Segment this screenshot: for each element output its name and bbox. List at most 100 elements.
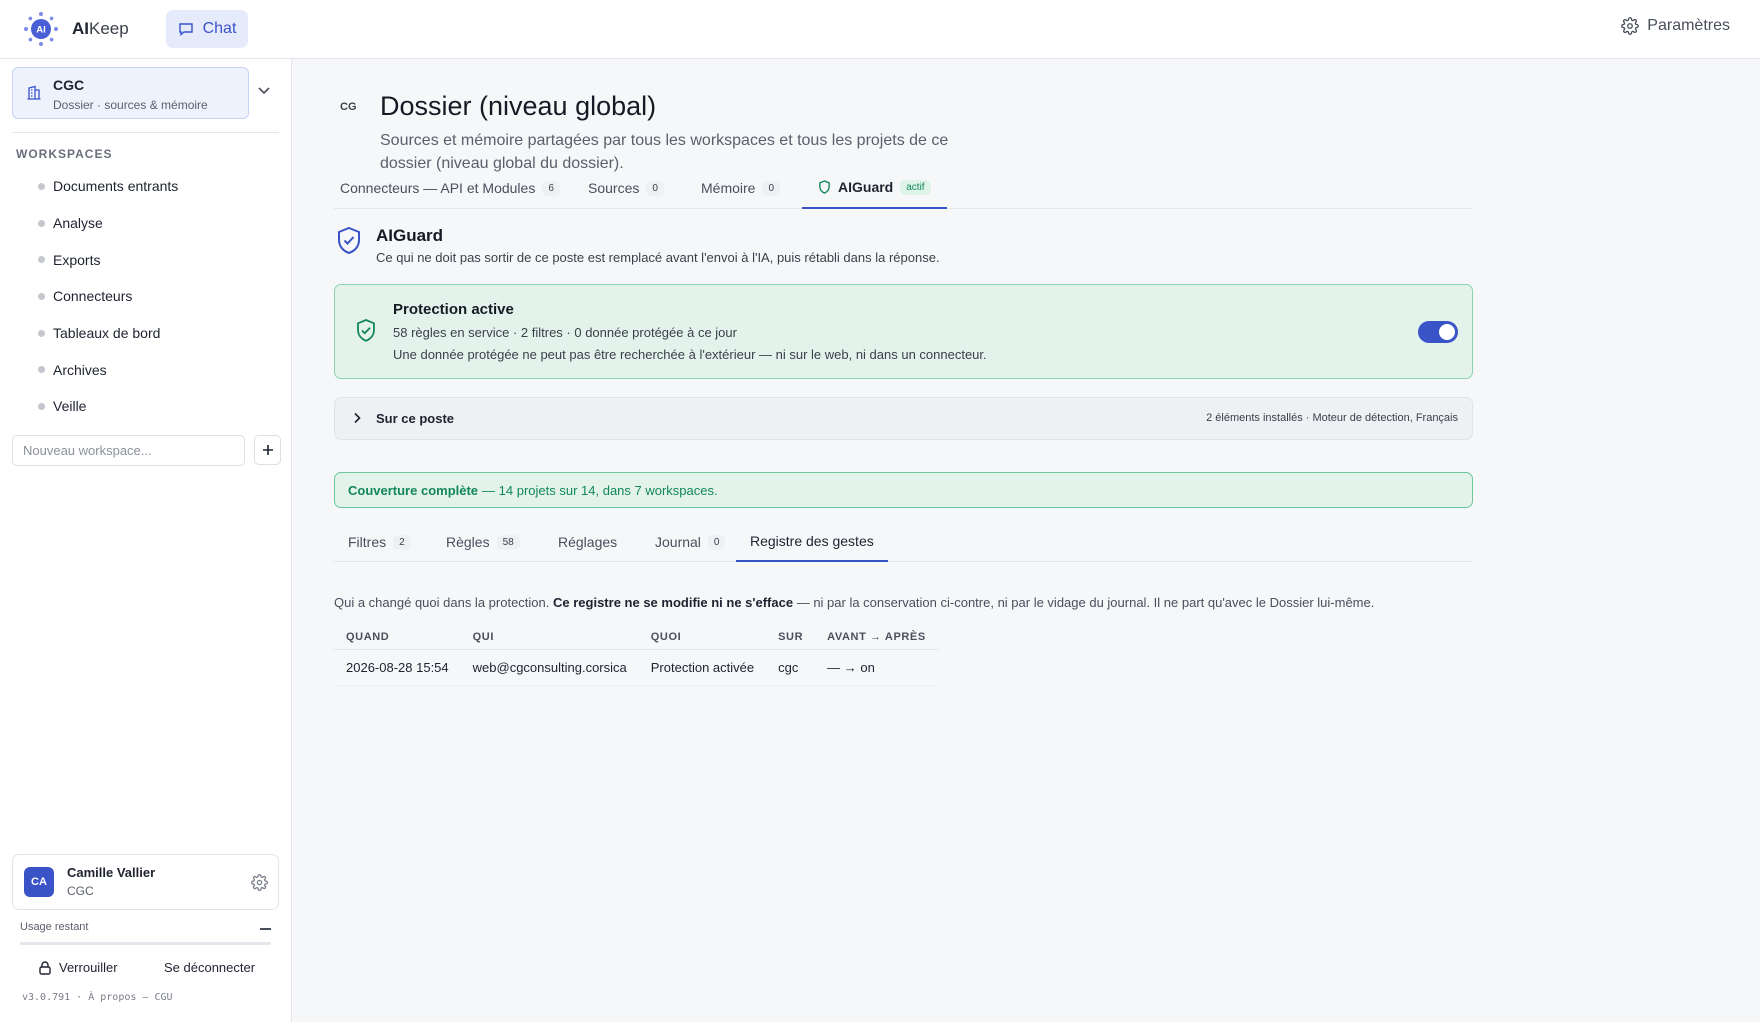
version-info[interactable]: v3.0.791 · À propos — CGU bbox=[22, 992, 173, 1003]
settings-button[interactable]: Paramètres bbox=[1621, 17, 1730, 35]
lock-icon bbox=[39, 961, 51, 975]
tab-bar: Connecteurs — API et Modules 6 Sources 0… bbox=[334, 167, 1472, 209]
count-badge: 58 bbox=[496, 534, 520, 550]
new-workspace-input[interactable] bbox=[12, 435, 245, 466]
coverage-banner: Couverture complète — 14 projets sur 14, … bbox=[334, 472, 1473, 508]
sidebar-item-label: Analyse bbox=[53, 215, 103, 232]
shield-check-icon bbox=[357, 319, 375, 342]
cell-quoi: Protection activée bbox=[638, 649, 767, 686]
tab-reglages[interactable]: Réglages bbox=[544, 522, 631, 562]
aiguard-title: AIGuard bbox=[376, 226, 444, 245]
bullet-icon bbox=[38, 292, 45, 300]
poste-meta: 2 éléments installés · Moteur de détecti… bbox=[1206, 412, 1458, 424]
chevron-down-icon[interactable] bbox=[257, 86, 271, 95]
poste-label: Sur ce poste bbox=[376, 411, 455, 426]
add-workspace-button[interactable] bbox=[254, 435, 281, 465]
count-badge: 0 bbox=[707, 534, 726, 550]
toggle-knob bbox=[1439, 324, 1455, 340]
workspace-list: Documents entrants Analyse Exports Conne… bbox=[0, 168, 292, 425]
chevron-right-icon bbox=[354, 412, 361, 424]
folder-selector[interactable]: CGC Dossier · sources & mémoire bbox=[12, 67, 249, 119]
tab-label: Règles bbox=[446, 534, 490, 550]
cell-sur: cgc bbox=[766, 649, 816, 686]
tab-label: Mémoire bbox=[701, 180, 756, 196]
tab-memoire[interactable]: Mémoire 0 bbox=[695, 167, 786, 209]
logo-text: AI bbox=[36, 25, 46, 36]
bullet-icon bbox=[38, 329, 45, 337]
count-badge: 6 bbox=[542, 180, 560, 196]
brand-name: AIKeep bbox=[72, 19, 129, 38]
column-header: QUOI bbox=[638, 625, 767, 650]
gear-icon bbox=[1621, 17, 1640, 35]
audit-table: QUAND QUI QUOI SUR AVANT → APRÈS 2026-08… bbox=[334, 625, 938, 686]
chat-bubble-icon bbox=[178, 23, 193, 36]
lock-label: Verrouiller bbox=[59, 960, 118, 975]
bullet-icon bbox=[38, 256, 45, 264]
sur-ce-poste-expander[interactable]: Sur ce poste 2 éléments installés · Mote… bbox=[334, 397, 1473, 440]
sidebar-item-label: Connecteurs bbox=[53, 288, 133, 305]
tab-journal[interactable]: Journal 0 bbox=[641, 522, 739, 562]
folder-subtitle: Dossier · sources & mémoire bbox=[53, 98, 208, 112]
sidebar-item-exports[interactable]: Exports bbox=[0, 241, 292, 278]
column-header: QUI bbox=[460, 625, 639, 650]
protection-title: Protection active bbox=[393, 301, 514, 318]
page-title: Dossier (niveau global) bbox=[380, 91, 657, 121]
sidebar-item-label: Tableaux de bord bbox=[53, 325, 161, 342]
sidebar-item-label: Documents entrants bbox=[53, 178, 179, 195]
usage-bar bbox=[20, 942, 271, 945]
tab-filtres[interactable]: Filtres 2 bbox=[334, 522, 425, 562]
bullet-icon bbox=[38, 402, 45, 410]
workspaces-heading: WORKSPACES bbox=[16, 147, 113, 161]
folder-title: CGC bbox=[53, 77, 85, 93]
count-badge: 0 bbox=[762, 180, 781, 196]
tab-label: Journal bbox=[655, 534, 701, 550]
gear-icon[interactable] bbox=[251, 874, 268, 891]
usage-label: Usage restant bbox=[20, 921, 89, 933]
aikeep-logo-icon: AI bbox=[24, 12, 58, 46]
brand[interactable]: AI AIKeep bbox=[22, 10, 129, 48]
sidebar-item-documents-entrants[interactable]: Documents entrants bbox=[0, 168, 292, 205]
sidebar-item-analyse[interactable]: Analyse bbox=[0, 205, 292, 242]
divider bbox=[12, 132, 279, 133]
building-icon bbox=[27, 85, 41, 100]
registre-description: Qui a changé quoi dans la protection. Ce… bbox=[334, 595, 1375, 610]
tab-connecteurs[interactable]: Connecteurs — API et Modules 6 bbox=[334, 167, 566, 209]
status-badge: actif bbox=[900, 179, 931, 195]
column-header: QUAND bbox=[334, 625, 461, 650]
sidebar-item-label: Veille bbox=[53, 398, 87, 415]
user-name: Camille Vallier bbox=[67, 865, 156, 880]
sidebar-item-tableaux-de-bord[interactable]: Tableaux de bord bbox=[0, 315, 292, 352]
tab-regles[interactable]: Règles 58 bbox=[432, 522, 534, 562]
top-bar: AI AIKeep Chat Paramètres bbox=[0, 0, 1760, 59]
protection-stats: 58 règles en service · 2 filtres · 0 don… bbox=[393, 325, 737, 340]
chat-button[interactable]: Chat bbox=[166, 10, 248, 48]
column-header: AVANT → APRÈS bbox=[815, 625, 938, 650]
sidebar-item-label: Archives bbox=[53, 361, 107, 378]
column-header: SUR bbox=[766, 625, 816, 650]
sidebar-item-connecteurs[interactable]: Connecteurs bbox=[0, 278, 292, 315]
user-org: CGC bbox=[67, 884, 94, 898]
tab-label: Registre des gestes bbox=[750, 533, 874, 549]
protection-toggle[interactable] bbox=[1418, 321, 1458, 343]
sidebar-item-archives[interactable]: Archives bbox=[0, 351, 292, 388]
bullet-icon bbox=[38, 219, 45, 227]
table-header-row: QUAND QUI QUOI SUR AVANT → APRÈS bbox=[334, 625, 938, 650]
sidebar: CGC Dossier · sources & mémoire WORKSPAC… bbox=[0, 59, 292, 1022]
tab-sources[interactable]: Sources 0 bbox=[582, 167, 670, 209]
tab-label: Sources bbox=[588, 180, 640, 196]
user-card: CA Camille Vallier CGC bbox=[12, 854, 279, 910]
count-badge: 2 bbox=[393, 534, 411, 550]
count-badge: 0 bbox=[646, 180, 664, 196]
shield-check-icon bbox=[338, 226, 360, 255]
tab-aiguard[interactable]: AIGuard actif bbox=[802, 167, 947, 209]
sidebar-item-label: Exports bbox=[53, 251, 101, 268]
collapse-icon[interactable] bbox=[260, 928, 271, 930]
plus-icon bbox=[262, 445, 273, 455]
avatar[interactable]: CA bbox=[24, 867, 54, 897]
sidebar-item-veille[interactable]: Veille bbox=[0, 388, 292, 425]
lock-button[interactable]: Verrouiller bbox=[38, 960, 118, 975]
logout-button[interactable]: Se déconnecter bbox=[164, 960, 255, 975]
coverage-text: — 14 projets sur 14, dans 7 workspaces. bbox=[482, 482, 718, 498]
folder-badge: CG bbox=[340, 101, 357, 113]
tab-registre-des-gestes[interactable]: Registre des gestes bbox=[736, 522, 888, 562]
